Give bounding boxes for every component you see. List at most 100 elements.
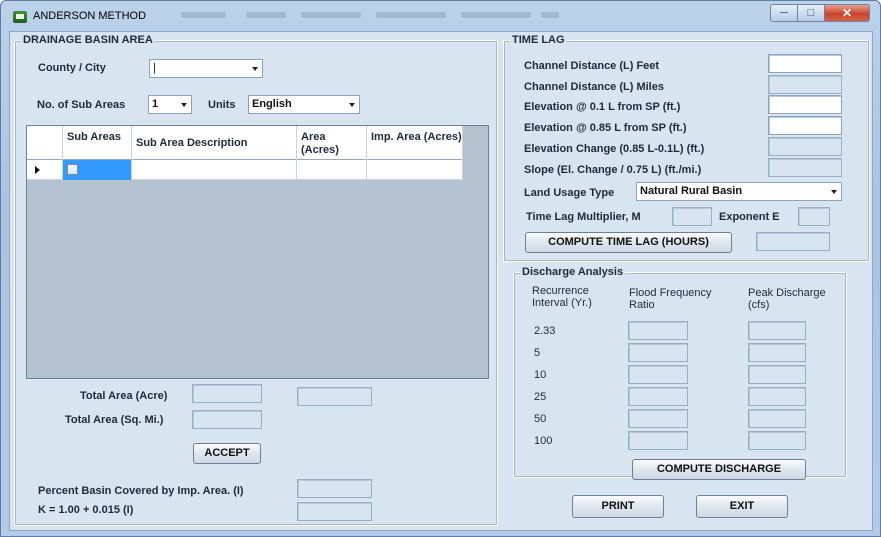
multiplier-field[interactable] — [672, 207, 712, 226]
subareas-select[interactable]: 1 — [148, 95, 192, 114]
compute-time-lag-button[interactable]: COMPUTE TIME LAG (HOURS) — [525, 232, 732, 253]
column-header-area[interactable]: Area (Acres) — [297, 126, 367, 160]
total-area-sqmi-field[interactable] — [192, 410, 262, 429]
total-area-acre-field[interactable] — [192, 384, 262, 403]
blurred-title-text — [376, 12, 446, 18]
slope-field[interactable] — [768, 158, 842, 177]
column-header-description[interactable]: Sub Area Description — [132, 126, 297, 160]
drainage-basin-title: DRAINAGE BASIN AREA — [21, 34, 155, 46]
grid-header: Sub Areas Sub Area Description Area (Acr… — [27, 126, 463, 160]
column-header-sub-areas[interactable]: Sub Areas — [63, 126, 132, 160]
land-usage-label: Land Usage Type — [524, 187, 615, 199]
elevation-01l-label: Elevation @ 0.1 L from SP (ft.) — [524, 101, 681, 113]
table-row[interactable] — [27, 160, 463, 180]
interval-value: 2.33 — [534, 325, 556, 337]
peak-discharge-field[interactable] — [748, 387, 806, 406]
title-bar[interactable]: ANDERSON METHOD ─ □ ✕ — [1, 1, 880, 31]
total-area-acre-label: Total Area (Acre) — [80, 390, 168, 402]
flood-ratio-field[interactable] — [628, 387, 688, 406]
app-icon — [13, 11, 27, 23]
peak-discharge-field[interactable] — [748, 321, 806, 340]
subareas-label: No. of Sub Areas — [37, 99, 126, 111]
peak-discharge-field[interactable] — [748, 431, 806, 450]
elevation-085l-label: Elevation @ 0.85 L from SP (ft.) — [524, 122, 687, 134]
peak-discharge-field[interactable] — [748, 409, 806, 428]
maximize-button[interactable]: □ — [797, 4, 824, 22]
flood-ratio-field[interactable] — [628, 365, 688, 384]
form-client-area: DRAINAGE BASIN AREA County / City | No. … — [9, 31, 873, 531]
county-label: County / City — [38, 62, 106, 74]
interval-value: 25 — [534, 391, 547, 403]
close-button[interactable]: ✕ — [824, 4, 870, 22]
blurred-title-text — [246, 12, 286, 18]
land-usage-select[interactable]: Natural Rural Basin — [636, 182, 842, 201]
flood-ratio-field[interactable] — [628, 431, 688, 450]
interval-value: 50 — [534, 413, 547, 425]
units-select[interactable]: English — [248, 95, 360, 114]
discharge-analysis-title: Discharge Analysis — [520, 266, 626, 278]
flood-ratio-field[interactable] — [628, 321, 688, 340]
compute-discharge-button[interactable]: COMPUTE DISCHARGE — [632, 459, 806, 480]
county-value: | — [153, 62, 156, 74]
multiplier-label: Time Lag Multiplier, M — [526, 211, 641, 223]
subareas-value: 1 — [152, 98, 159, 110]
elevation-085l-field[interactable] — [768, 116, 842, 135]
accept-button[interactable]: ACCEPT — [193, 443, 261, 464]
app-window: ANDERSON METHOD ─ □ ✕ DRAINAGE BASIN ARE… — [0, 0, 881, 537]
maximize-icon: □ — [807, 7, 815, 19]
drainage-basin-group: DRAINAGE BASIN AREA County / City | No. … — [14, 34, 498, 526]
interval-value: 100 — [534, 435, 553, 447]
area-cell[interactable] — [297, 160, 367, 180]
exponent-field[interactable] — [798, 207, 830, 226]
elevation-01l-field[interactable] — [768, 95, 842, 114]
chevron-down-icon — [181, 103, 187, 107]
channel-distance-miles-label: Channel Distance (L) Miles — [524, 81, 664, 93]
k-formula-label: K = 1.00 + 0.015 (I) — [38, 504, 134, 516]
imp-area-cell[interactable] — [367, 160, 463, 180]
print-button[interactable]: PRINT — [572, 495, 664, 518]
exit-button[interactable]: EXIT — [696, 495, 788, 518]
elevation-change-field[interactable] — [768, 137, 842, 156]
peak-discharge-field[interactable] — [748, 343, 806, 362]
channel-distance-miles-field[interactable] — [768, 75, 842, 94]
blurred-title-text — [541, 12, 559, 18]
sub-areas-cell[interactable] — [63, 160, 132, 180]
k-value-field[interactable] — [297, 502, 372, 521]
percent-imp-field[interactable] — [297, 479, 372, 498]
minimize-icon: ─ — [780, 7, 788, 19]
discharge-analysis-group: Discharge Analysis Recurrence Interval (… — [513, 266, 847, 480]
close-icon: ✕ — [841, 6, 853, 20]
channel-distance-feet-label: Channel Distance (L) Feet — [524, 60, 660, 72]
description-cell[interactable] — [132, 160, 297, 180]
blurred-title-text — [301, 12, 361, 18]
county-select[interactable]: | — [149, 59, 263, 78]
interval-value: 10 — [534, 369, 547, 381]
total-area-sqmi-label: Total Area (Sq. Mi.) — [65, 414, 164, 426]
exponent-label: Exponent E — [719, 211, 780, 223]
slope-label: Slope (El. Change / 0.75 L) (ft./mi.) — [524, 164, 702, 176]
elevation-change-label: Elevation Change (0.85 L-0.1L) (ft.) — [524, 143, 705, 155]
chevron-down-icon — [831, 190, 837, 194]
recurrence-header: Recurrence Interval (Yr.) — [532, 285, 592, 309]
time-lag-group: TIME LAG Channel Distance (L) Feet Chann… — [503, 34, 870, 262]
land-usage-value: Natural Rural Basin — [640, 185, 743, 197]
row-header[interactable] — [27, 160, 63, 180]
peak-discharge-field[interactable] — [748, 365, 806, 384]
flood-ratio-field[interactable] — [628, 409, 688, 428]
interval-value: 5 — [534, 347, 541, 359]
time-lag-title: TIME LAG — [510, 34, 567, 46]
window-title: ANDERSON METHOD — [33, 10, 147, 22]
units-label: Units — [208, 99, 236, 111]
flood-ratio-field[interactable] — [628, 343, 688, 362]
chevron-down-icon — [252, 67, 258, 71]
minimize-button[interactable]: ─ — [770, 4, 797, 22]
channel-distance-feet-field[interactable] — [768, 54, 842, 73]
current-row-icon — [35, 166, 40, 174]
column-header-imp-area[interactable]: Imp. Area (Acres) — [367, 126, 463, 160]
units-value: English — [252, 98, 292, 110]
percent-imp-label: Percent Basin Covered by Imp. Area. (I) — [38, 485, 244, 497]
subarea-grid[interactable]: Sub Areas Sub Area Description Area (Acr… — [26, 125, 489, 379]
sub-area-checkbox[interactable] — [67, 164, 78, 175]
total-area-extra-field[interactable] — [297, 387, 372, 406]
time-lag-result-field[interactable] — [756, 232, 830, 251]
